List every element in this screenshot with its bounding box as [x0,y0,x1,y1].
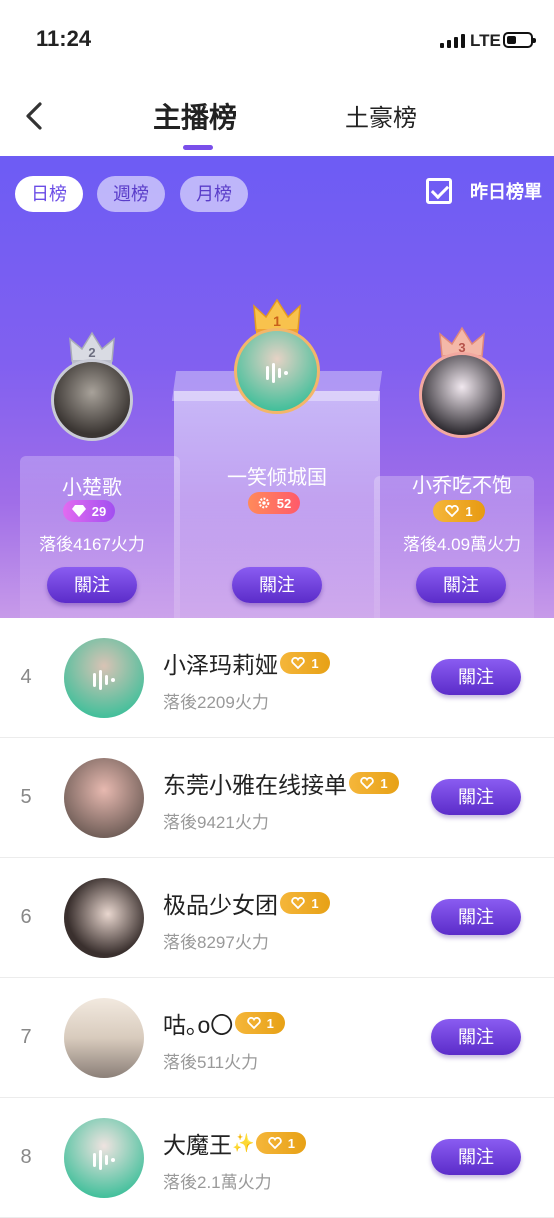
badge-value: 1 [465,503,473,519]
status-time: 11:24 [36,26,92,51]
rank-number: 8 [20,1146,32,1168]
heart-icon [360,777,375,789]
top-name-rank-2: 小楚歌 [62,477,122,499]
heart-icon [291,657,306,669]
gear-icon [258,497,270,509]
level-badge: 1 [280,892,330,914]
avatar-rank-2[interactable] [51,359,133,441]
rank-number: 5 [20,786,32,808]
avatar[interactable] [64,1118,144,1198]
behind-fire-text: 落後8297火力 [163,933,269,952]
streamer-name: 东莞小雅在线接单 [163,772,347,798]
avatar[interactable] [64,878,144,958]
checkbox-icon [426,178,452,204]
live-icon [266,363,288,383]
follow-button[interactable]: 關注 [431,659,521,695]
crown-rank: 1 [273,313,281,329]
tab-anchor-rank[interactable]: 主播榜 [153,96,237,150]
sparkle-icon: ✨ [232,1132,255,1153]
chevron-left-icon [26,102,42,130]
avatar-rank-3[interactable] [419,352,505,438]
status-bar: 11:24 LTE [0,0,554,80]
badge-value: 1 [311,895,319,911]
list-item[interactable]: 8 大魔王 ✨ 1 落後2.1萬火力 關注 [0,1098,554,1218]
level-badge: 29 [63,500,115,522]
list-item[interactable]: 5 东莞小雅在线接单 1 落後9421火力 關注 [0,738,554,858]
back-button[interactable] [18,96,54,136]
filter-daily[interactable]: 日榜 [15,176,83,212]
follow-button[interactable]: 關注 [431,1139,521,1175]
nav-bar: 主播榜 土豪榜 [0,80,554,156]
rank-number: 7 [20,1026,32,1048]
behind-fire-text: 落後4167火力 [39,535,145,554]
level-badge: 1 [433,500,485,522]
avatar[interactable] [64,638,144,718]
heart-icon [291,897,306,909]
diamond-icon [71,505,86,517]
live-icon [93,670,115,690]
filter-monthly[interactable]: 月榜 [180,176,248,212]
yesterday-rank-toggle[interactable]: 昨日榜單 [426,178,542,204]
yesterday-rank-label: 昨日榜單 [470,182,542,202]
level-badge: 1 [349,772,399,794]
heart-icon [445,505,460,517]
live-icon [93,1150,115,1170]
level-badge: 1 [235,1012,286,1034]
follow-button[interactable]: 關注 [431,1019,521,1055]
tab-rich-rank[interactable]: 土豪榜 [345,98,417,133]
level-badge: 1 [256,1132,307,1154]
behind-fire-text: 落後511火力 [163,1053,259,1072]
behind-fire-text: 落後4.09萬火力 [402,535,522,554]
rank-number: 4 [20,666,32,688]
top-name-rank-1: 一笑倾城国 [227,467,327,489]
behind-fire-text: 落後2.1萬火力 [163,1173,272,1192]
streamer-name: 小泽玛莉娅 [163,652,278,678]
avatar[interactable] [64,998,144,1078]
heart-icon [268,1137,282,1149]
badge-value: 1 [287,1135,296,1151]
badge-value: 29 [91,503,107,519]
list-item[interactable]: 6 极品少女团 1 落後8297火力 關注 [0,858,554,978]
network-label: LTE [470,31,501,50]
top-name-rank-3: 小乔吃不饱 [412,475,512,497]
heart-icon [246,1017,261,1029]
list-item[interactable]: 7 咕｡o〇 1 落後511火力 關注 [0,978,554,1098]
behind-fire-text: 落後2209火力 [163,693,269,712]
avatar-rank-1[interactable] [234,328,320,414]
list-item[interactable]: 4 小泽玛莉娅 1 落後2209火力 關注 [0,618,554,738]
follow-button[interactable]: 關注 [47,567,137,603]
follow-button[interactable]: 關注 [431,899,521,935]
badge-value: 1 [266,1015,274,1031]
follow-button[interactable]: 關注 [232,567,322,603]
badge-value: 52 [276,495,292,511]
badge-value: 1 [311,655,319,671]
filter-weekly[interactable]: 週榜 [97,176,165,212]
crown-rank: 2 [88,345,95,360]
follow-button[interactable]: 關注 [431,779,521,815]
behind-fire-text: 落後9421火力 [163,813,269,832]
badge-value: 1 [380,775,388,791]
level-badge: 1 [280,652,330,674]
avatar[interactable] [64,758,144,838]
streamer-name: 极品少女团 [163,892,278,918]
top-three-panel: 日榜 週榜 月榜 昨日榜單 2 1 3 小楚歌 一笑倾城国 小乔吃不饱 29 5… [0,156,554,618]
rank-number: 6 [20,906,32,928]
streamer-name: 大魔王 [163,1132,232,1158]
ranking-list: 4 小泽玛莉娅 1 落後2209火力 關注 5 东莞小雅在线接单 1 落後942… [0,618,554,1218]
streamer-name: 咕｡o〇 [163,1012,234,1038]
level-badge: 52 [248,492,300,514]
follow-button[interactable]: 關注 [416,567,506,603]
signal-icon [440,34,465,48]
battery-icon [503,32,536,48]
